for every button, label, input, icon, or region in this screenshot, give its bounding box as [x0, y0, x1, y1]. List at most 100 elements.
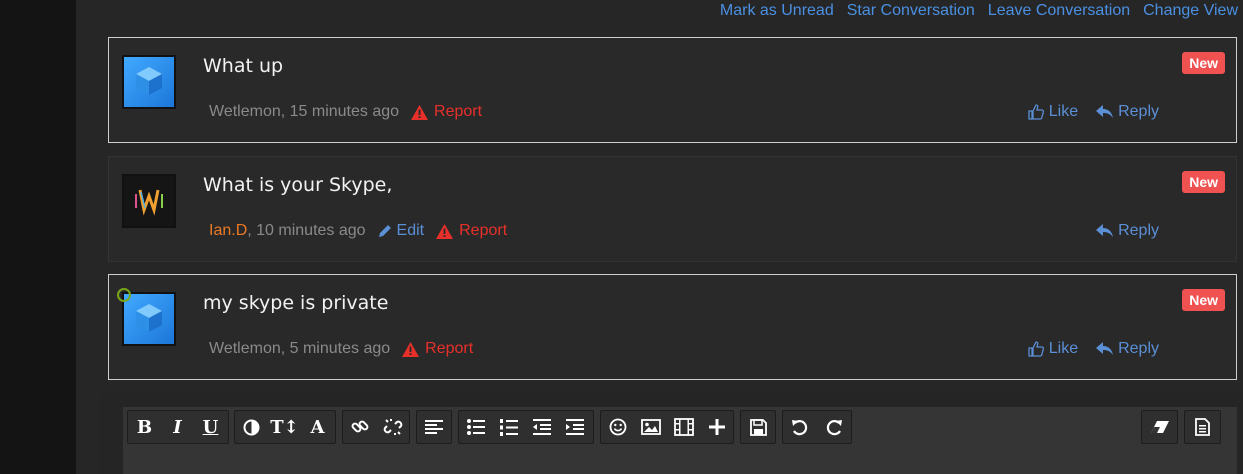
conversation-actions: Mark as Unread Star Conversation Leave C…: [720, 2, 1238, 20]
align-button[interactable]: [417, 411, 451, 443]
leave-conversation-link[interactable]: Leave Conversation: [988, 2, 1130, 20]
eraser-icon: [1150, 421, 1169, 433]
message-actions: Reply: [1096, 222, 1159, 240]
image-icon: [640, 419, 661, 435]
font-group: T↕ A: [234, 410, 336, 444]
message-item: my skype is private Wetlemon, 5 minutes …: [108, 274, 1237, 380]
insert-group: [600, 410, 734, 444]
draft-group: [740, 410, 776, 444]
reply-icon: [1096, 342, 1114, 355]
reply-label: Reply: [1118, 340, 1159, 357]
insert-media-button[interactable]: [667, 411, 700, 443]
align-left-icon: [425, 420, 443, 434]
numbered-list-button[interactable]: [492, 411, 525, 443]
bold-button[interactable]: B: [128, 411, 161, 443]
warning-icon: [436, 223, 454, 239]
indent-button[interactable]: [558, 411, 591, 443]
message-text: What up: [203, 55, 284, 77]
timestamp: , 10 minutes ago: [247, 222, 366, 239]
film-icon: [673, 418, 694, 436]
font-size-button[interactable]: T↕: [268, 411, 301, 443]
message-text: What is your Skype,: [203, 174, 393, 196]
message-meta: Ian.D, 10 minutes ago Edit Report: [209, 222, 507, 240]
report-label: Report: [425, 340, 474, 357]
avatar[interactable]: [122, 174, 176, 228]
reply-button[interactable]: Reply: [1096, 103, 1159, 121]
author-link[interactable]: Wetlemon: [209, 103, 281, 120]
report-button[interactable]: Report: [436, 222, 507, 240]
warning-icon: [411, 104, 429, 120]
avatar[interactable]: [122, 55, 176, 109]
unlink-icon: [383, 419, 402, 435]
underline-button[interactable]: U: [194, 411, 227, 443]
save-icon: [749, 418, 767, 436]
numbered-list-icon: [499, 418, 518, 436]
message-author-time: Wetlemon, 5 minutes ago: [209, 340, 390, 358]
save-draft-button[interactable]: [741, 411, 775, 443]
message-actions: Like Reply: [1028, 340, 1159, 358]
cube-icon: [136, 304, 162, 332]
font-color-button[interactable]: A: [301, 411, 334, 443]
message-author-time: Wetlemon, 15 minutes ago: [209, 103, 399, 121]
plus-icon: [708, 419, 725, 435]
new-badge: New: [1182, 289, 1225, 311]
reply-icon: [1096, 224, 1114, 237]
link-group: [342, 410, 410, 444]
message-meta: Wetlemon, 15 minutes ago Report: [209, 103, 482, 121]
star-conversation-link[interactable]: Star Conversation: [847, 2, 975, 20]
timestamp: , 15 minutes ago: [280, 103, 400, 120]
timestamp: , 5 minutes ago: [280, 340, 391, 357]
like-button[interactable]: Like: [1028, 340, 1078, 358]
user-logo-icon: [135, 189, 163, 216]
message-author-time: Ian.D, 10 minutes ago: [209, 222, 366, 240]
reply-button[interactable]: Reply: [1096, 340, 1159, 358]
pencil-icon: [378, 225, 391, 237]
message-text: my skype is private: [203, 292, 389, 314]
undo-icon: [792, 420, 808, 436]
document-icon: [1195, 418, 1210, 436]
change-view-link[interactable]: Change View: [1143, 2, 1238, 20]
insert-more-button[interactable]: [700, 411, 733, 443]
toggle-bbcode-button[interactable]: [1185, 411, 1220, 443]
outdent-button[interactable]: [525, 411, 558, 443]
like-label: Like: [1048, 103, 1079, 120]
unlink-button[interactable]: [376, 411, 409, 443]
redo-button[interactable]: [817, 411, 851, 443]
bullet-list-icon: [466, 419, 485, 435]
message-meta: Wetlemon, 5 minutes ago Report: [209, 340, 473, 358]
message-actions: Like Reply: [1028, 103, 1159, 121]
left-sidebar-strip: [0, 0, 76, 474]
italic-button[interactable]: I: [161, 411, 194, 443]
like-button[interactable]: Like: [1028, 103, 1078, 121]
outdent-icon: [532, 419, 551, 435]
edit-button[interactable]: Edit: [378, 222, 424, 240]
smiley-icon: [609, 418, 626, 436]
author-link[interactable]: Ian.D: [209, 222, 247, 239]
avatar[interactable]: [122, 292, 176, 346]
source-group: [1184, 410, 1221, 444]
reply-editor: B I U T↕ A: [100, 394, 1243, 474]
new-badge: New: [1182, 52, 1225, 74]
insert-link-button[interactable]: [343, 411, 376, 443]
contrast-button[interactable]: [235, 411, 268, 443]
reply-icon: [1096, 105, 1114, 118]
history-group: [782, 410, 852, 444]
bullet-list-button[interactable]: [459, 411, 492, 443]
thumbs-up-icon: [1028, 104, 1044, 120]
remove-formatting-button[interactable]: [1142, 411, 1177, 443]
cursor-indicator: [117, 288, 131, 302]
report-button[interactable]: Report: [411, 103, 482, 121]
cube-icon: [136, 67, 162, 95]
reply-label: Reply: [1118, 103, 1159, 120]
undo-button[interactable]: [783, 411, 817, 443]
link-icon: [351, 420, 368, 433]
author-link[interactable]: Wetlemon: [209, 340, 281, 357]
redo-icon: [826, 420, 842, 436]
mark-as-unread-link[interactable]: Mark as Unread: [720, 2, 834, 20]
reply-label: Reply: [1118, 222, 1159, 239]
report-button[interactable]: Report: [402, 340, 473, 358]
message-item: What is your Skype, Ian.D, 10 minutes ag…: [108, 156, 1237, 262]
smilie-button[interactable]: [601, 411, 634, 443]
reply-button[interactable]: Reply: [1096, 222, 1159, 240]
insert-image-button[interactable]: [634, 411, 667, 443]
